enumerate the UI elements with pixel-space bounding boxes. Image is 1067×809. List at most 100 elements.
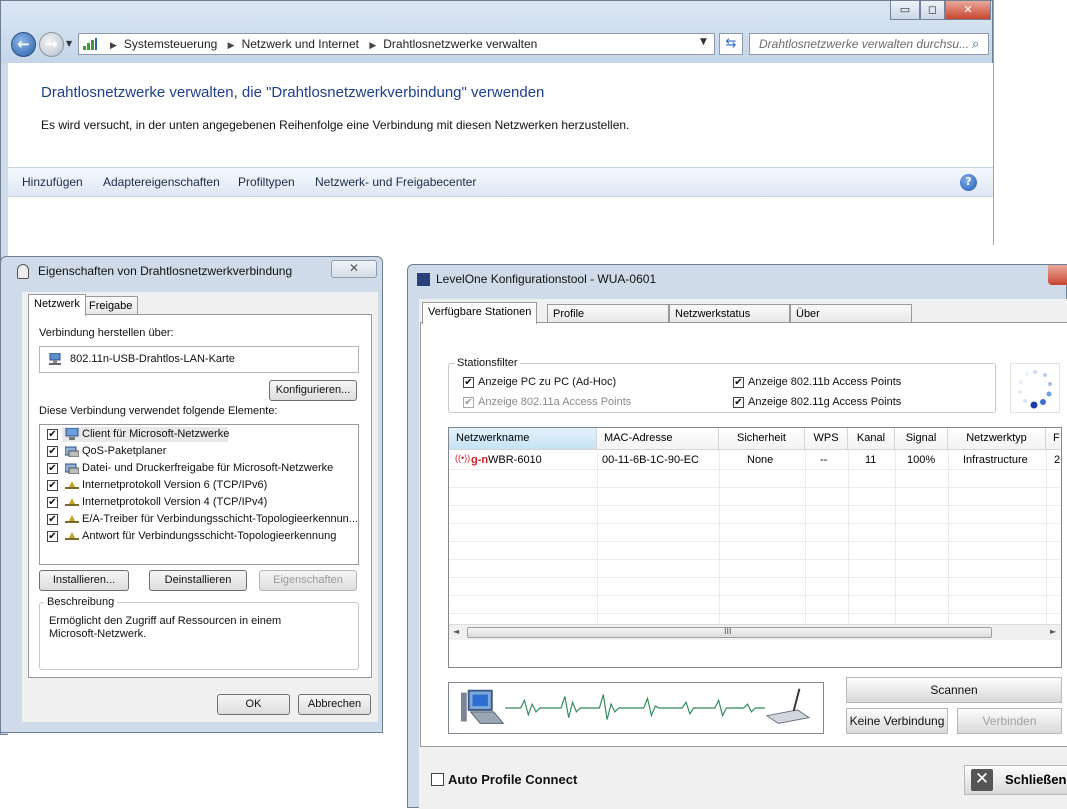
connection-animation xyxy=(448,682,824,734)
uninstall-button[interactable]: Deinstallieren xyxy=(149,570,247,591)
column-header-channel[interactable]: Kanal xyxy=(848,428,895,450)
breadcrumb-item-systemsteuerung[interactable]: Systemsteuerung xyxy=(124,37,217,51)
column-divider xyxy=(1046,450,1047,625)
component-label[interactable]: Internetprotokoll Version 6 (TCP/IPv6) xyxy=(82,479,267,491)
tab-available-stations[interactable]: Verfügbare Stationen xyxy=(422,302,538,324)
component-checkbox[interactable]: ✔ xyxy=(47,514,58,525)
component-checkbox[interactable]: ✔ xyxy=(47,463,58,474)
minimize-button[interactable]: ▭ xyxy=(890,1,920,20)
adapter-name: 802.11n-USB-Drahtlos-LAN-Karte xyxy=(70,353,235,365)
command-bar: Hinzufügen Adaptereigenschaften Profilty… xyxy=(8,167,993,197)
column-header-mac[interactable]: MAC-Adresse xyxy=(597,428,719,450)
column-divider xyxy=(848,450,849,625)
close-window-button[interactable] xyxy=(1048,265,1067,285)
scan-button[interactable]: Scannen xyxy=(846,677,1062,703)
auto-profile-label[interactable]: Auto Profile Connect xyxy=(448,772,577,787)
configure-button[interactable]: Konfigurieren... xyxy=(269,380,357,401)
refresh-button[interactable]: ⇆ xyxy=(719,33,743,55)
components-list: ✔ Client für Microsoft-Netzwerke ✔ QoS-P… xyxy=(39,424,359,565)
ok-button[interactable]: OK xyxy=(217,694,290,715)
network-center-command[interactable]: Netzwerk- und Freigabecenter xyxy=(315,175,476,189)
search-input[interactable]: Drahtlosnetzwerke verwalten durchsu... ⌕ xyxy=(749,33,989,55)
row-divider xyxy=(449,613,1061,614)
tab-network-status[interactable]: Netzwerkstatus xyxy=(669,304,790,324)
horizontal-scrollbar[interactable]: ◄ III ► xyxy=(449,624,1061,640)
row-divider xyxy=(449,541,1061,542)
forward-button[interactable]: → xyxy=(39,32,64,57)
column-header-network-type[interactable]: Netzwerktyp xyxy=(948,428,1046,450)
close-icon: ✕ xyxy=(348,261,360,275)
close-icon: ✕ xyxy=(971,769,993,791)
component-label[interactable]: Client für Microsoft-Netzwerke xyxy=(82,428,229,440)
adapter-properties-command[interactable]: Adaptereigenschaften xyxy=(103,175,220,189)
filter-80211b-label[interactable]: Anzeige 802.11b Access Points xyxy=(748,376,901,388)
component-label[interactable]: Antwort für Verbindungsschicht-Topologie… xyxy=(82,530,336,542)
component-checkbox[interactable]: ✔ xyxy=(47,531,58,542)
column-divider xyxy=(948,450,949,625)
disconnect-button[interactable]: Keine Verbindung xyxy=(846,708,948,734)
router-icon xyxy=(765,688,811,724)
scrollbar-thumb[interactable]: III xyxy=(467,626,992,638)
breadcrumb-item-drahtlos[interactable]: Drahtlosnetzwerke verwalten xyxy=(383,37,537,51)
back-button[interactable]: ← xyxy=(11,32,36,57)
component-checkbox[interactable]: ✔ xyxy=(47,480,58,491)
cell-mac: 00-11-6B-1C-90-EC xyxy=(602,454,700,466)
properties-button[interactable]: Eigenschaften xyxy=(259,570,357,591)
row-divider xyxy=(449,505,1061,506)
profile-types-command[interactable]: Profiltypen xyxy=(238,175,295,189)
tab-about[interactable]: Über xyxy=(790,304,912,324)
network-service-icon xyxy=(65,446,79,457)
component-label[interactable]: E/A-Treiber für Verbindungsschicht-Topol… xyxy=(82,513,358,525)
tab-profile[interactable]: Profile xyxy=(547,304,669,324)
address-bar[interactable]: ▶ Systemsteuerung ▶ Netzwerk und Internet … xyxy=(78,33,715,55)
signal-wave xyxy=(505,694,765,720)
network-adapter-icon xyxy=(49,353,61,365)
filter-80211b-checkbox[interactable]: ✔ xyxy=(733,377,744,388)
component-checkbox[interactable]: ✔ xyxy=(47,497,58,508)
component-label[interactable]: Datei- und Druckerfreigabe für Microsoft… xyxy=(82,462,333,474)
cancel-button[interactable]: Abbrechen xyxy=(298,694,371,715)
column-header-wps[interactable]: WPS xyxy=(805,428,848,450)
component-label[interactable]: QoS-Paketplaner xyxy=(82,445,166,457)
connect-button[interactable]: Verbinden xyxy=(957,708,1062,734)
scroll-left-icon[interactable]: ◄ xyxy=(453,627,459,636)
recent-pages-dropdown[interactable]: ▼ xyxy=(66,39,72,48)
install-button[interactable]: Installieren... xyxy=(39,570,129,591)
close-button[interactable]: ✕ Schließen xyxy=(964,765,1067,795)
filter-80211g-checkbox[interactable]: ✔ xyxy=(733,397,744,408)
maximize-button[interactable]: ◻ xyxy=(920,1,945,20)
tab-freigabe[interactable]: Freigabe xyxy=(83,296,139,316)
levelone-logo-icon xyxy=(417,273,430,286)
column-header-network-name[interactable]: Netzwerkname xyxy=(449,428,597,450)
address-dropdown-icon[interactable]: ▼ xyxy=(700,37,707,47)
dialog-close-button[interactable]: ✕ xyxy=(331,260,377,278)
properties-dialog: Eigenschaften von Drahtlosnetzwerkverbin… xyxy=(0,256,383,733)
filter-adhoc-label[interactable]: Anzeige PC zu PC (Ad-Hoc) xyxy=(478,376,616,388)
column-header-security[interactable]: Sicherheit xyxy=(719,428,805,450)
search-icon[interactable]: ⌕ xyxy=(972,36,979,52)
component-label[interactable]: Internetprotokoll Version 4 (TCP/IPv4) xyxy=(82,496,267,508)
component-checkbox[interactable]: ✔ xyxy=(47,446,58,457)
page-description: Es wird versucht, in der unten angegeben… xyxy=(41,118,630,132)
row-divider xyxy=(449,487,1061,488)
add-network-command[interactable]: Hinzufügen xyxy=(22,175,83,189)
cell-network-type: Infrastructure xyxy=(963,454,1028,466)
filter-adhoc-checkbox[interactable]: ✔ xyxy=(463,377,474,388)
help-icon[interactable]: ? xyxy=(960,174,977,191)
cell-security: None xyxy=(747,454,774,466)
breadcrumb-item-netzwerk[interactable]: Netzwerk und Internet xyxy=(242,37,359,51)
tab-panel-netzwerk: Verbindung herstellen über: 802.11n-USB-… xyxy=(28,314,372,678)
close-window-button[interactable]: ✕ xyxy=(945,1,991,20)
row-divider xyxy=(449,523,1061,524)
column-header-signal[interactable]: Signal xyxy=(895,428,948,450)
filter-80211g-label[interactable]: Anzeige 802.11g Access Points xyxy=(748,396,901,408)
tab-netzwerk[interactable]: Netzwerk xyxy=(28,294,86,316)
filter-80211a-label: Anzeige 802.11a Access Points xyxy=(478,396,632,408)
network-client-icon xyxy=(65,428,79,440)
component-checkbox[interactable]: ✔ xyxy=(47,429,58,440)
auto-profile-checkbox[interactable] xyxy=(431,773,444,786)
column-header-extra[interactable]: F xyxy=(1046,428,1061,450)
elements-label: Diese Verbindung verwendet folgende Elem… xyxy=(39,405,278,417)
wifi-signal-icon: ((•)) xyxy=(455,453,471,463)
scroll-right-icon[interactable]: ► xyxy=(1050,627,1056,636)
